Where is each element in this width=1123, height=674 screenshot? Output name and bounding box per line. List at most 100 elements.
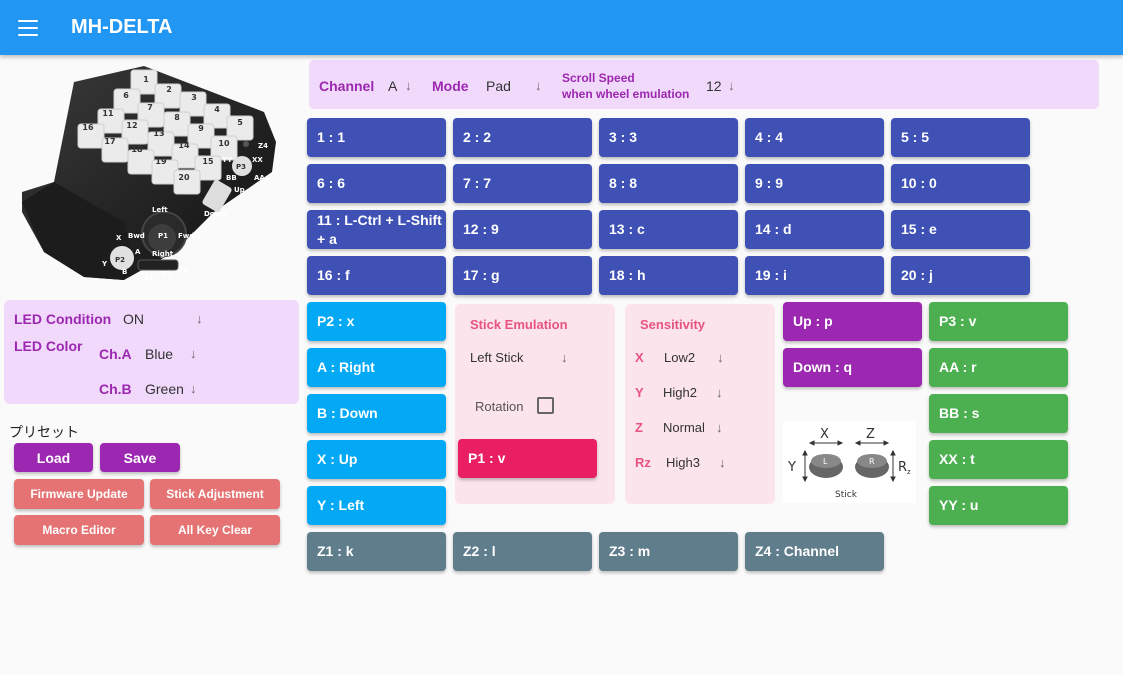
key-x[interactable]: X : Up [307,440,446,479]
key-18[interactable]: 18 : h [599,256,738,295]
svg-text:Left: Left [152,206,168,214]
key-aa[interactable]: AA : r [929,348,1068,387]
axis-rz-label: Rz [635,455,651,470]
sensitivity-z-select[interactable]: Normal [663,420,705,435]
hamburger-menu-icon[interactable] [18,19,38,36]
channel-mode-bar: Channel A ↓ Mode Pad ↓ Scroll Speed when… [309,60,1099,109]
svg-text:12: 12 [126,121,137,130]
mode-label: Mode [432,78,469,94]
key-14[interactable]: 14 : d [745,210,884,249]
firmware-update-button[interactable]: Firmware Update [14,479,144,509]
key-5[interactable]: 5 : 5 [891,118,1030,157]
stick-caption: Stick [835,490,858,500]
dropdown-arrow-icon[interactable]: ↓ [728,78,735,93]
key-z2[interactable]: Z2 : l [453,532,592,571]
stick-y-label: Y [787,460,796,475]
dropdown-arrow-icon[interactable]: ↓ [716,385,723,400]
stick-adjustment-button[interactable]: Stick Adjustment [150,479,280,509]
key-yy[interactable]: YY : u [929,486,1068,525]
sensitivity-y-select[interactable]: High2 [663,385,697,400]
stick-x-label: X [820,427,829,442]
dropdown-arrow-icon[interactable]: ↓ [561,350,568,365]
key-2[interactable]: 2 : 2 [453,118,592,157]
key-down[interactable]: Down : q [783,348,922,387]
svg-text:10: 10 [218,139,230,148]
dropdown-arrow-icon[interactable]: ↓ [717,350,724,365]
svg-text:Fwd: Fwd [178,232,194,240]
load-button[interactable]: Load [14,443,93,472]
dropdown-arrow-icon[interactable]: ↓ [190,381,197,396]
preset-label: プリセット [9,424,79,440]
stick-rz-sub: z [907,468,911,476]
stick-emulation-select[interactable]: Left Stick [470,350,523,365]
key-p1[interactable]: P1 : v [458,439,597,478]
key-4[interactable]: 4 : 4 [745,118,884,157]
dropdown-arrow-icon[interactable]: ↓ [716,420,723,435]
key-10[interactable]: 10 : 0 [891,164,1030,203]
scroll-speed-label: Scroll Speed [562,71,635,85]
rotation-checkbox[interactable] [537,397,554,414]
key-3[interactable]: 3 : 3 [599,118,738,157]
key-17[interactable]: 17 : g [453,256,592,295]
cha-color-select[interactable]: Blue [145,346,173,362]
dropdown-arrow-icon[interactable]: ↓ [405,78,412,93]
svg-text:13: 13 [153,129,164,138]
channel-select[interactable]: A [388,78,397,94]
key-1[interactable]: 1 : 1 [307,118,446,157]
key-up[interactable]: Up : p [783,302,922,341]
svg-text:X: X [116,234,122,242]
macro-editor-button[interactable]: Macro Editor [14,515,144,545]
key-7[interactable]: 7 : 7 [453,164,592,203]
key-15[interactable]: 15 : e [891,210,1030,249]
key-p3[interactable]: P3 : v [929,302,1068,341]
key-z3[interactable]: Z3 : m [599,532,738,571]
dropdown-arrow-icon[interactable]: ↓ [196,311,203,326]
key-y[interactable]: Y : Left [307,486,446,525]
sensitivity-panel: Sensitivity X Low2 ↓ Y High2 ↓ Z Normal … [625,304,775,504]
key-xx[interactable]: XX : t [929,440,1068,479]
key-9[interactable]: 9 : 9 [745,164,884,203]
chb-color-select[interactable]: Green [145,381,184,397]
svg-text:3: 3 [191,93,197,102]
sensitivity-x-select[interactable]: Low2 [664,350,695,365]
stick-rz-label: R [898,460,907,475]
svg-text:2: 2 [166,85,172,94]
all-key-clear-button[interactable]: All Key Clear [150,515,280,545]
dropdown-arrow-icon[interactable]: ↓ [719,455,726,470]
svg-text:15: 15 [202,157,214,166]
save-button[interactable]: Save [100,443,180,472]
key-8[interactable]: 8 : 8 [599,164,738,203]
mode-select[interactable]: Pad [486,78,511,94]
dropdown-arrow-icon[interactable]: ↓ [190,346,197,361]
led-color-label: LED Color [14,338,83,354]
svg-text:Bwd: Bwd [128,232,145,240]
key-a[interactable]: A : Right [307,348,446,387]
dropdown-arrow-icon[interactable]: ↓ [535,78,542,93]
key-p2[interactable]: P2 : x [307,302,446,341]
svg-text:14: 14 [178,141,190,150]
key-b[interactable]: B : Down [307,394,446,433]
key-11[interactable]: 11 : L-Ctrl + L-Shift + a [307,210,446,249]
key-20[interactable]: 20 : j [891,256,1030,295]
svg-text:Right: Right [152,250,174,258]
svg-text:Up: Up [234,186,245,194]
key-19[interactable]: 19 : i [745,256,884,295]
app-title: MH-DELTA [71,16,173,38]
scroll-speed-select[interactable]: 12 [706,78,722,94]
sensitivity-title: Sensitivity [640,317,706,332]
key-z1[interactable]: Z1 : k [307,532,446,571]
key-bb[interactable]: BB : s [929,394,1068,433]
led-condition-select[interactable]: ON [123,311,144,327]
key-16[interactable]: 16 : f [307,256,446,295]
key-12[interactable]: 12 : 9 [453,210,592,249]
key-13[interactable]: 13 : c [599,210,738,249]
sensitivity-rz-select[interactable]: High3 [666,455,700,470]
stick-diagram: X Z Y R z L R Stick [783,421,916,503]
key-z4[interactable]: Z4 : Channel [745,532,884,571]
svg-text:11: 11 [102,109,114,118]
key-6[interactable]: 6 : 6 [307,164,446,203]
chb-label: Ch.B [99,381,132,397]
stick-z-label: Z [866,427,875,442]
svg-text:P3: P3 [236,163,246,171]
led-condition-label: LED Condition [14,311,112,327]
